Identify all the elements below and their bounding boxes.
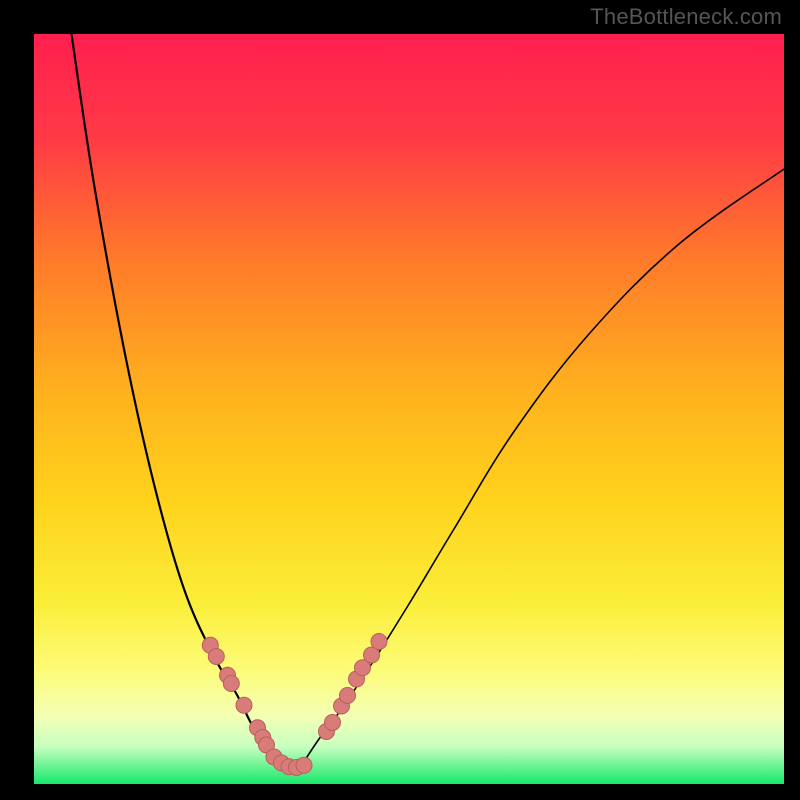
data-marker [325,715,341,731]
curve-layer [34,34,784,784]
marker-cluster-left [202,637,312,775]
watermark-text: TheBottleneck.com [590,4,782,30]
data-marker [236,697,252,713]
outer-frame: TheBottleneck.com [0,0,800,800]
bottleneck-curve-left [72,34,275,762]
data-marker [371,634,387,650]
plot-area [34,34,784,784]
data-marker [340,688,356,704]
data-marker [208,649,224,665]
data-marker [223,676,239,692]
bottleneck-curve-right [304,169,784,762]
marker-cluster-right [319,634,388,740]
data-marker [296,757,312,773]
